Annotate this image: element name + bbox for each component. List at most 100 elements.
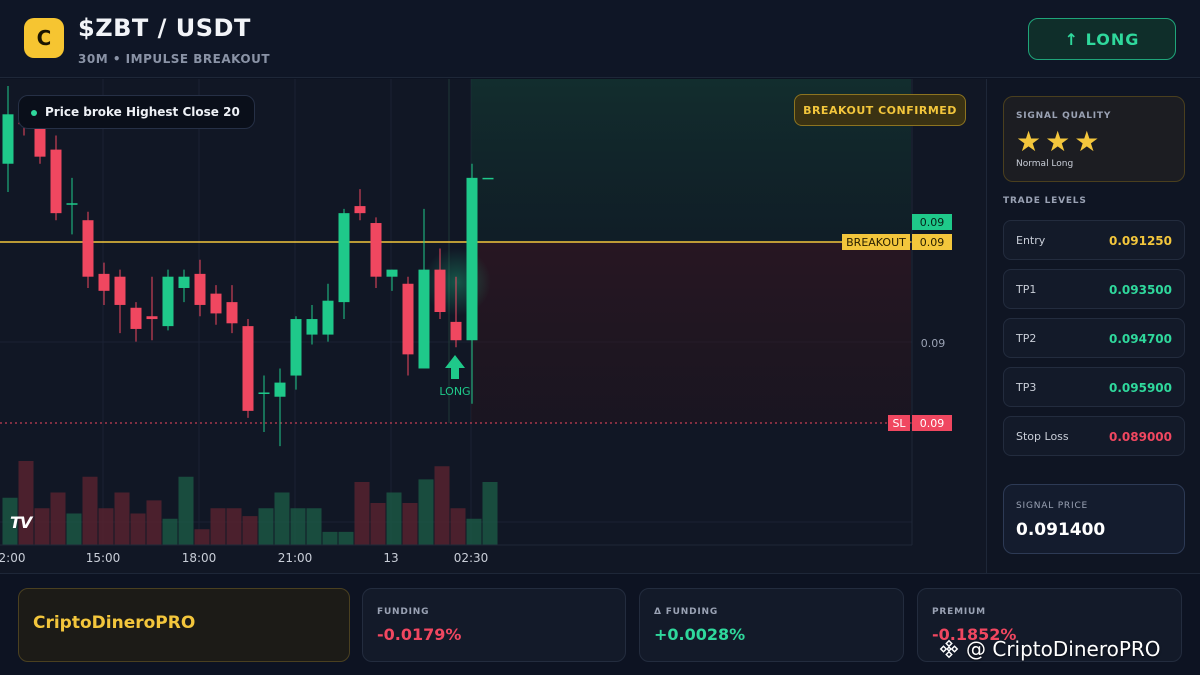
candle-up: [386, 269, 398, 277]
volume-bar: [98, 508, 114, 545]
long-signal-label: LONG: [439, 385, 470, 398]
watermark-text: @ CriptoDineroPRO: [966, 637, 1161, 661]
brand-card: CriptoDineroPRO: [18, 588, 350, 662]
long-button[interactable]: ↑ LONG: [1028, 18, 1176, 60]
level-tp1: TP1 0.093500: [1003, 269, 1185, 309]
volume-bar: [402, 503, 418, 545]
candle-up: [322, 300, 334, 335]
level-name: TP1: [1016, 283, 1037, 296]
sl-tag-label: SL: [892, 417, 906, 430]
level-stop-loss: Stop Loss 0.089000: [1003, 416, 1185, 456]
volume-bar: [210, 508, 226, 545]
candle-up: [178, 276, 190, 288]
delta-funding-card: Δ FUNDING +0.0028%: [639, 588, 904, 662]
volume-bar: [18, 461, 34, 545]
level-tp2: TP2 0.094700: [1003, 318, 1185, 358]
level-value: 0.093500: [1108, 283, 1172, 297]
app-logo: C: [24, 18, 64, 58]
signal-price-label: SIGNAL PRICE: [1016, 501, 1089, 511]
candle-down: [370, 223, 382, 277]
stop-loss-zone: [471, 242, 911, 423]
breakout-price-value: 0.09: [920, 236, 945, 249]
footer-metrics: CriptoDineroPRO FUNDING -0.0179% Δ FUNDI…: [0, 573, 1200, 675]
x-tick-label: 13: [383, 551, 398, 565]
breakout-confirmed-badge: BREAKOUT CONFIRMED: [794, 94, 966, 126]
signal-quality-card: SIGNAL QUALITY ★★★ Normal Long: [1003, 96, 1185, 182]
signal-side-panel: SIGNAL QUALITY ★★★ Normal Long TRADE LEV…: [986, 79, 1200, 573]
x-tick-label: 02:30: [454, 551, 489, 565]
candle-down: [226, 302, 238, 324]
volume-bar: [386, 492, 402, 545]
metric-value: -0.0179%: [377, 625, 462, 644]
candle-up: [466, 177, 478, 341]
candle-up: [290, 319, 302, 376]
candle-up: [2, 114, 14, 164]
binance-logo-icon: [939, 639, 959, 659]
volume-bar: [130, 513, 146, 545]
level-name: TP3: [1016, 381, 1037, 394]
candle-down: [434, 269, 446, 312]
volume-bar: [290, 508, 306, 545]
volume-bar: [370, 503, 386, 545]
volume-bar: [66, 513, 82, 545]
candle-up: [162, 276, 174, 327]
candle-up: [338, 213, 350, 303]
breakout-info-pill: Price broke Highest Close 20: [18, 95, 255, 129]
candle-down: [50, 149, 62, 214]
x-tick-label: 18:00: [182, 551, 217, 565]
volume-bar: [146, 500, 162, 545]
signal-quality-sub: Normal Long: [1016, 159, 1074, 169]
candle-up: [258, 392, 270, 394]
volume-bar: [274, 492, 290, 545]
level-value: 0.089000: [1108, 430, 1172, 444]
signal-price-card: SIGNAL PRICE 0.091400: [1003, 484, 1185, 554]
watermark: @ CriptoDineroPRO: [938, 637, 1161, 661]
level-name: Entry: [1016, 234, 1046, 247]
candle-up: [66, 203, 78, 205]
status-dot-icon: [31, 110, 37, 116]
volume-bar: [194, 529, 210, 545]
funding-card: FUNDING -0.0179%: [362, 588, 626, 662]
volume-bar: [82, 476, 98, 545]
level-tp3: TP3 0.095900: [1003, 367, 1185, 407]
volume-bar: [482, 482, 498, 545]
price-chart[interactable]: LONG 2:00 15:00 18:00 21:00 13 02:30 0.0…: [0, 79, 986, 573]
candle-down: [450, 321, 462, 341]
volume-bar: [258, 508, 274, 545]
level-value: 0.095900: [1108, 381, 1172, 395]
candle-up: [274, 382, 286, 397]
candle-down: [242, 326, 254, 411]
chart-canvas[interactable]: LONG 2:00 15:00 18:00 21:00 13 02:30 0.0…: [0, 79, 986, 573]
volume-bar: [434, 466, 450, 545]
header: C $ZBT / USDT 30M • IMPULSE BREAKOUT ↑ L…: [0, 0, 1200, 78]
candle-down: [354, 206, 366, 214]
volume-bar: [34, 508, 50, 545]
x-tick-label: 2:00: [0, 551, 25, 565]
trade-levels-title: TRADE LEVELS: [1003, 196, 1087, 206]
metric-value: +0.0028%: [654, 625, 746, 644]
candle-up: [306, 319, 318, 335]
candle-down: [402, 283, 414, 355]
pair-title: $ZBT / USDT: [78, 14, 251, 42]
volume-bar: [450, 508, 466, 545]
x-tick-label: 15:00: [86, 551, 121, 565]
candle-up: [482, 177, 494, 180]
x-axis-labels: 2:00 15:00 18:00 21:00 13 02:30: [0, 551, 488, 565]
candle-down: [34, 128, 46, 157]
level-value: 0.094700: [1108, 332, 1172, 346]
volume-bar: [178, 476, 194, 545]
candle-down: [146, 316, 158, 320]
metric-label: Δ FUNDING: [654, 607, 719, 617]
x-tick-label: 21:00: [278, 551, 313, 565]
tradingview-logo-icon: TV: [10, 513, 32, 532]
level-entry: Entry 0.091250: [1003, 220, 1185, 260]
signal-glow: [423, 248, 491, 316]
candle-down: [114, 276, 126, 305]
current-price-value: 0.09: [920, 216, 945, 229]
volume-bar: [226, 508, 242, 545]
breakout-tag-label: BREAKOUT: [846, 236, 906, 249]
metric-label: FUNDING: [377, 607, 430, 617]
signal-quality-label: SIGNAL QUALITY: [1016, 111, 1112, 121]
candle-down: [98, 273, 110, 291]
volume-bar: [418, 479, 434, 545]
